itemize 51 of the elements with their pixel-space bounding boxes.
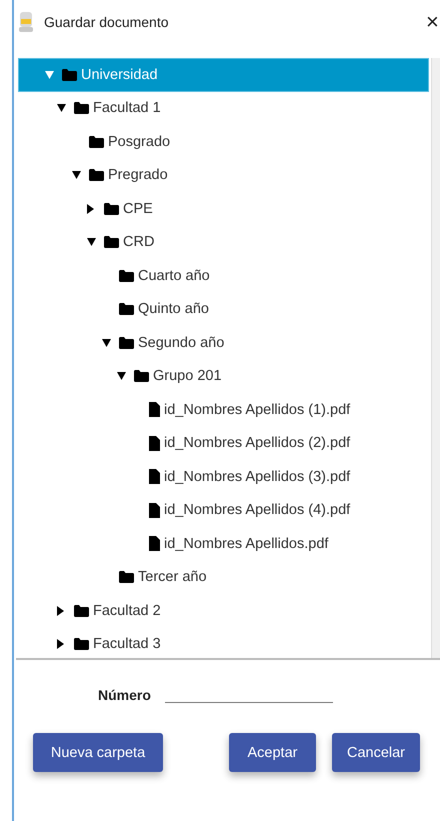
expanded-arrow-icon [87, 238, 96, 246]
folder-icon [74, 604, 89, 617]
folder-icon [134, 370, 149, 382]
tree-item[interactable]: id_Nombres Apellidos (3).pdf [16, 460, 429, 494]
folder-icon [89, 136, 104, 148]
window-title: Guardar documento [44, 14, 170, 30]
file-icon [149, 402, 160, 418]
dialog-button[interactable]: Aceptar [229, 733, 316, 772]
dialog-button[interactable]: Cancelar [332, 733, 420, 772]
folder-icon [119, 303, 134, 316]
app-icon [18, 11, 34, 33]
tree-item[interactable]: CPE [16, 192, 429, 226]
tree-item[interactable]: id_Nombres Apellidos.pdf [16, 527, 429, 560]
folder-icon [62, 68, 77, 81]
field-label: Número [98, 687, 151, 703]
folder-icon [74, 638, 89, 650]
folder-icon [104, 236, 119, 248]
tree-item[interactable]: id_Nombres Apellidos (1).pdf [16, 393, 429, 426]
collapsed-arrow-icon [87, 204, 94, 214]
tree-item[interactable]: Quinto año [16, 292, 429, 326]
file-icon [149, 502, 160, 518]
dialog-button[interactable]: Nueva carpeta [33, 733, 163, 772]
expanded-arrow-icon [117, 372, 126, 380]
file-icon [149, 469, 160, 484]
tree-item[interactable]: Grupo 201 [16, 360, 429, 393]
expanded-arrow-icon [57, 104, 66, 112]
collapsed-arrow-icon [57, 639, 64, 650]
folder-icon [104, 202, 119, 215]
tree-item[interactable]: Facultad 3 [16, 628, 429, 661]
close-button[interactable]: × [426, 11, 440, 33]
tree-item[interactable]: Cuarto año [16, 259, 429, 292]
folder-icon [119, 336, 134, 349]
tree-item[interactable]: Tercer año [16, 560, 429, 594]
tree-item[interactable]: CRD [16, 226, 429, 259]
tree-item[interactable]: id_Nombres Apellidos (2).pdf [16, 426, 429, 460]
folder-icon [119, 571, 134, 584]
tree-item[interactable]: Facultad 2 [16, 594, 429, 628]
tree-item[interactable]: Pregrado [16, 158, 429, 192]
tree-item[interactable]: Segundo año [16, 326, 429, 360]
folder-icon [119, 270, 134, 282]
tree-item[interactable]: Posgrado [16, 125, 429, 158]
tree-item[interactable]: id_Nombres Apellidos (4).pdf [16, 494, 429, 527]
folder-icon [74, 102, 89, 114]
expanded-arrow-icon [45, 70, 54, 79]
tree-item[interactable]: Facultad 1 [16, 92, 429, 125]
file-icon [149, 536, 160, 552]
collapsed-arrow-icon [57, 606, 64, 616]
folder-icon [89, 169, 104, 182]
expanded-arrow-icon [102, 338, 111, 347]
expanded-arrow-icon [72, 171, 81, 180]
file-icon [149, 436, 160, 451]
